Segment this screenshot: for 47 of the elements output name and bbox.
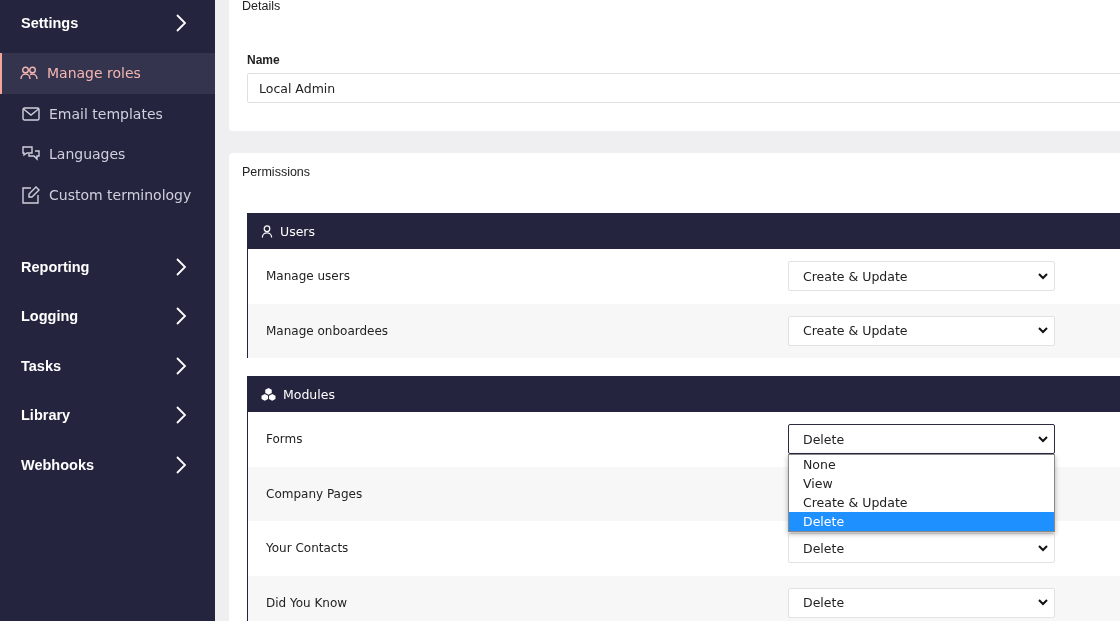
permission-label: Company Pages [265, 486, 364, 501]
caret-icon [1038, 327, 1048, 335]
chevron-icon[interactable] [175, 306, 187, 327]
caret-icon [1038, 272, 1048, 280]
dropdown-option[interactable]: Create & Update [789, 493, 1054, 513]
panel-title: Modules [283, 386, 335, 402]
field-label: Name [247, 53, 281, 67]
permission-label: Forms [265, 432, 304, 447]
chevron-icon[interactable] [175, 256, 187, 277]
permission-label: Manage onboardees [265, 323, 390, 338]
envelope-icon [22, 106, 40, 121]
sidebar-item[interactable]: Custom terminology [0, 174, 215, 215]
panel-title: Users [280, 223, 315, 239]
chat-icon [22, 146, 40, 163]
permission-label: Your Contacts [265, 541, 350, 556]
edit-icon [22, 185, 40, 204]
permission-select[interactable]: Create & Update [788, 261, 1055, 292]
sidebar-section[interactable]: Library [21, 407, 71, 424]
name-field[interactable]: Local Admin [247, 73, 1120, 103]
sidebar-section[interactable]: Logging [21, 308, 79, 325]
permission-label: Manage users [265, 269, 351, 284]
permission-select[interactable]: Delete [788, 424, 1055, 455]
sidebar-section[interactable]: Webhooks [21, 456, 95, 473]
caret-icon [1038, 599, 1048, 607]
card-title: Permissions [242, 165, 312, 179]
sidebar-section[interactable]: Tasks [21, 357, 62, 374]
chevron-icon[interactable] [175, 454, 187, 475]
chevron-icon[interactable] [175, 405, 187, 426]
dropdown-option[interactable]: None [789, 455, 1054, 475]
card-title: Details [242, 0, 282, 13]
users-icon [20, 66, 38, 81]
permission-select[interactable]: Delete [788, 533, 1055, 564]
sidebar-item[interactable]: Languages [0, 134, 215, 175]
caret-icon [1038, 435, 1048, 443]
cubes-icon [261, 387, 276, 401]
user-icon [261, 224, 273, 238]
dropdown-option[interactable]: View [789, 474, 1054, 494]
permission-label: Did You Know [265, 595, 349, 610]
chevron-icon[interactable] [175, 355, 187, 376]
sidebar-item[interactable]: Manage roles [0, 53, 215, 94]
permission-select[interactable]: Delete [788, 587, 1055, 618]
sidebar-item[interactable]: Email templates [0, 93, 215, 134]
caret-icon [1038, 544, 1048, 552]
sidebar-heading[interactable]: Settings [21, 15, 79, 31]
chevron-icon[interactable] [175, 13, 187, 33]
permission-select[interactable]: Create & Update [788, 315, 1055, 346]
sidebar-section[interactable]: Reporting [21, 258, 90, 275]
